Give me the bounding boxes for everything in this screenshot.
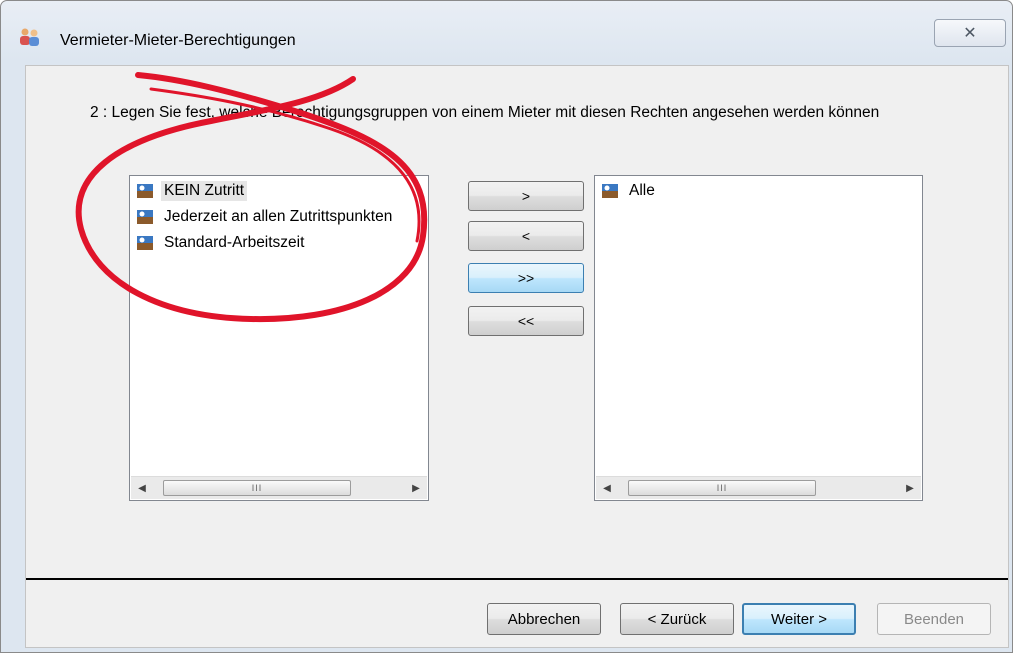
dialog-window: Vermieter-Mieter-Berechtigungen ✕ 2 : Le…	[0, 0, 1013, 653]
list-item[interactable]: Standard-Arbeitszeit	[136, 232, 307, 254]
list-item-label: Alle	[629, 182, 655, 199]
door-group-icon	[136, 208, 154, 226]
list-item[interactable]: Alle	[601, 180, 658, 202]
scroll-left-icon[interactable]: ◀	[596, 477, 618, 499]
finish-button[interactable]: Beenden	[877, 603, 991, 635]
scroll-thumb[interactable]: III	[163, 480, 351, 496]
list-item-label: KEIN Zutritt	[161, 181, 248, 201]
horizontal-scrollbar[interactable]: ◀ III ▶	[131, 476, 427, 499]
remove-selected-button[interactable]: <	[468, 221, 584, 251]
remove-all-button[interactable]: <<	[468, 306, 584, 336]
close-icon: ✕	[963, 25, 977, 42]
list-item-label: Standard-Arbeitszeit	[164, 234, 305, 251]
door-group-icon	[136, 182, 154, 200]
add-selected-button[interactable]: >	[468, 181, 584, 211]
back-button[interactable]: < Zurück	[620, 603, 734, 635]
door-group-icon	[136, 234, 154, 252]
window-title: Vermieter-Mieter-Berechtigungen	[60, 32, 296, 49]
scroll-right-icon[interactable]: ▶	[405, 477, 427, 499]
horizontal-scrollbar[interactable]: ◀ III ▶	[596, 476, 921, 499]
close-button[interactable]: ✕	[934, 19, 1006, 47]
list-item[interactable]: Jederzeit an allen Zutrittspunkten	[136, 206, 395, 228]
dialog-content: 2 : Legen Sie fest, welche Berechtigungs…	[25, 65, 1009, 648]
scroll-right-icon[interactable]: ▶	[899, 477, 921, 499]
available-groups-list[interactable]: KEIN Zutritt Jederzeit an allen Zutritts…	[129, 175, 429, 501]
footer-separator	[26, 578, 1008, 580]
scroll-thumb[interactable]: III	[628, 480, 816, 496]
assigned-groups-list[interactable]: Alle ◀ III ▶	[594, 175, 923, 501]
list-item-label: Jederzeit an allen Zutrittspunkten	[164, 208, 393, 225]
scroll-left-icon[interactable]: ◀	[131, 477, 153, 499]
list-item[interactable]: KEIN Zutritt	[136, 180, 248, 202]
cancel-button[interactable]: Abbrechen	[487, 603, 601, 635]
users-icon	[19, 27, 41, 47]
add-all-button[interactable]: >>	[468, 263, 584, 293]
door-group-icon	[601, 182, 619, 200]
instruction-text: 2 : Legen Sie fest, welche Berechtigungs…	[90, 104, 880, 121]
title-bar[interactable]: Vermieter-Mieter-Berechtigungen ✕	[1, 1, 1013, 53]
next-button[interactable]: Weiter >	[742, 603, 856, 635]
